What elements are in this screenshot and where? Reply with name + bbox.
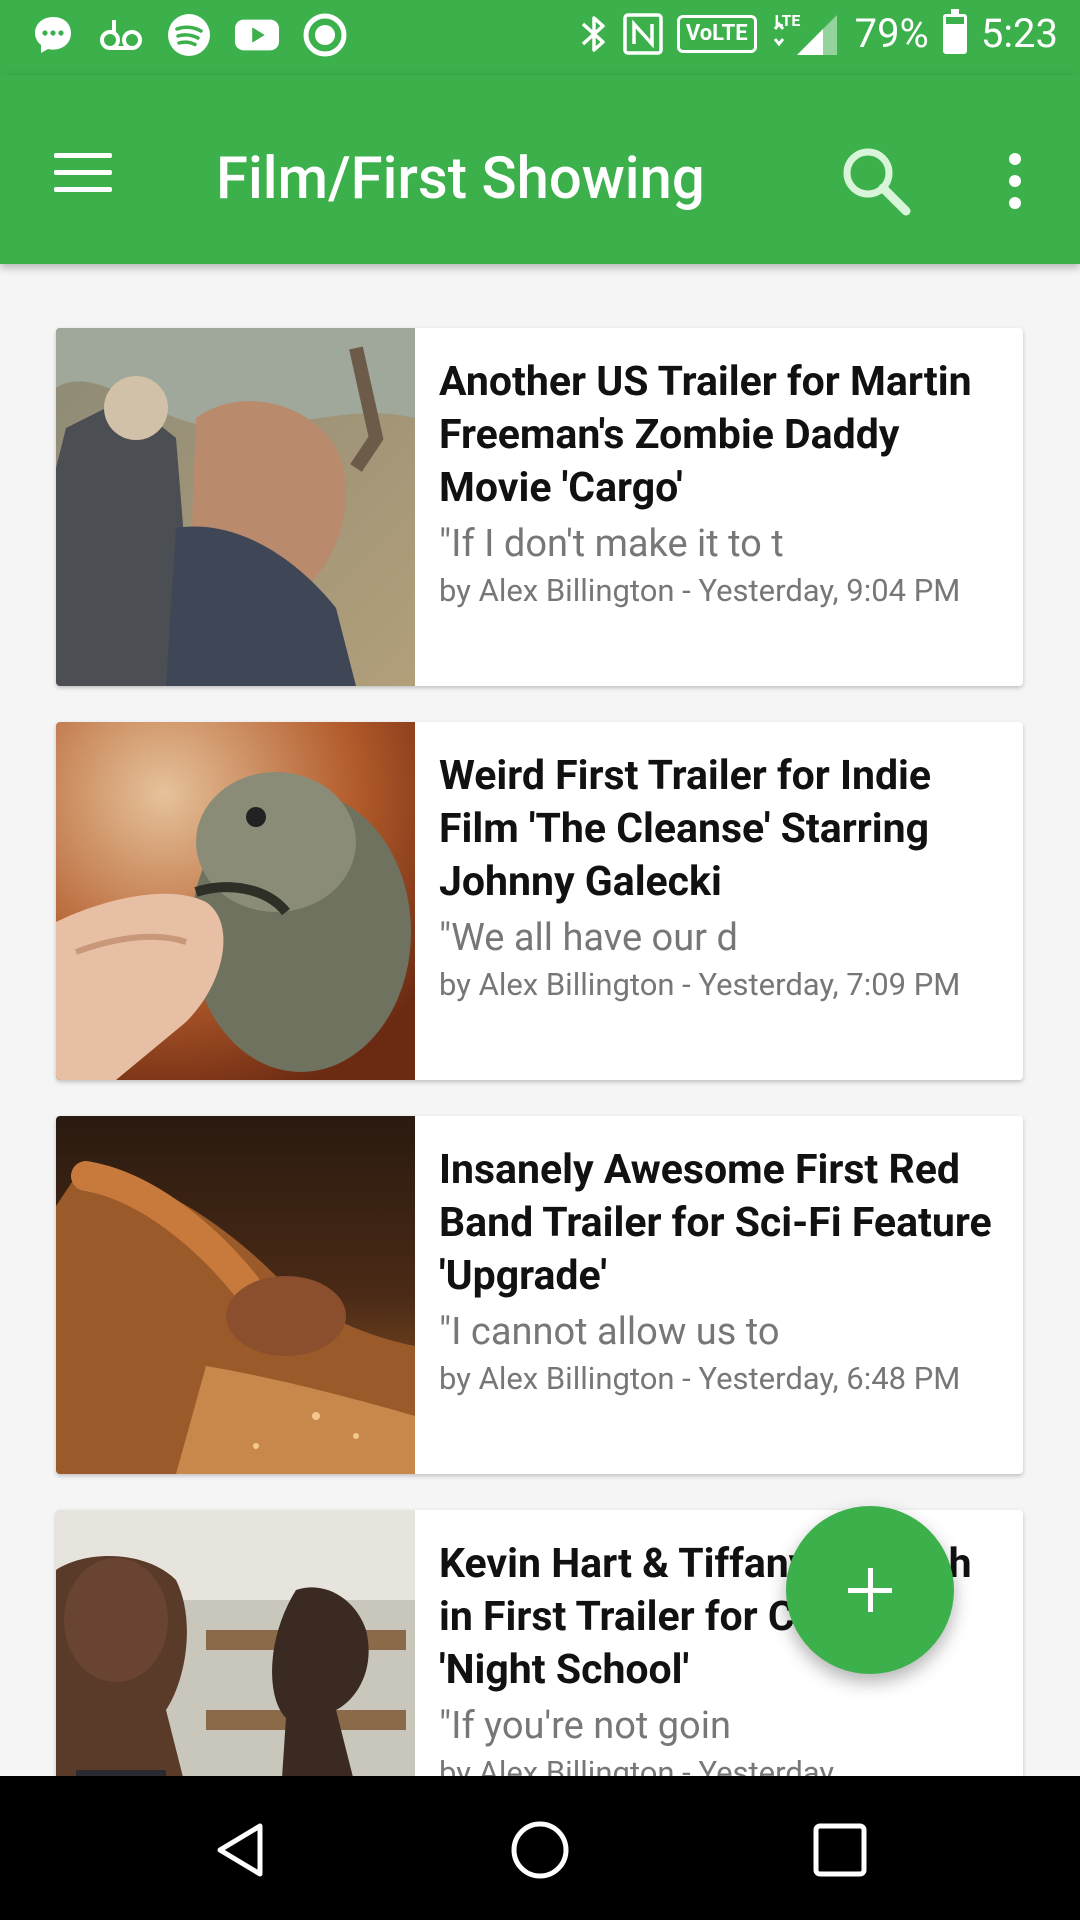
record-icon [302,12,348,58]
voicemail-icon [98,12,144,58]
article-meta: by Alex Billington - Yesterday, 9:04 PM [439,572,961,609]
article-thumbnail [56,1116,415,1474]
add-button[interactable] [786,1506,954,1674]
clock: 5:23 [980,10,1058,57]
article-thumbnail [56,328,415,686]
youtube-icon [234,12,280,58]
bluetooth-icon [581,15,605,52]
volte-badge: VoLTE [676,14,757,53]
signal-icon: LTE [771,11,841,57]
article-excerpt: "If you're not goin [439,1704,731,1748]
article-card[interactable]: Insanely Awesome First Red Band Trailer … [56,1116,1023,1474]
battery-percent: 79% [854,10,929,57]
lte-label: LTE [774,10,801,30]
article-meta: by Alex Billington - Yesterday, 7:09 PM [439,966,961,1003]
article-thumbnail [56,1510,415,1776]
article-card[interactable]: Another US Trailer for Martin Freeman's … [56,328,1023,686]
notification-icons [30,12,348,58]
article-excerpt: "We all have our d [439,916,738,960]
home-icon[interactable] [508,1818,572,1882]
search-icon[interactable] [838,143,912,217]
menu-icon[interactable] [54,153,112,193]
article-thumbnail [56,722,415,1080]
battery-icon [942,8,967,54]
article-title: Insanely Awesome First Red Band Trailer … [439,1146,992,1300]
article-title: Weird First Trailer for Indie Film 'The … [439,752,932,906]
status-bar: VoLTE LTE 79% 5:23 [0,0,1080,75]
messenger-icon [30,12,76,58]
article-meta: by Alex Billington - Yesterday, 6:48 PM [439,1360,961,1397]
spotify-icon [166,12,212,58]
nfc-icon [623,12,663,55]
back-icon[interactable] [208,1818,272,1882]
recents-icon[interactable] [808,1818,872,1882]
navigation-bar [0,1776,1080,1920]
article-title: Another US Trailer for Martin Freeman's … [439,358,972,512]
app-bar: Film/First Showing [0,75,1080,264]
article-card[interactable]: Weird First Trailer for Indie Film 'The … [56,722,1023,1080]
more-vert-icon[interactable] [1000,153,1030,209]
article-meta: by Alex Billington - Yesterday, [439,1754,839,1776]
system-status: VoLTE LTE 79% 5:23 [579,8,1058,57]
article-excerpt: "If I don't make it to t [439,522,784,566]
page-title: Film/First Showing [216,145,705,213]
article-excerpt: "I cannot allow us to [439,1310,780,1354]
